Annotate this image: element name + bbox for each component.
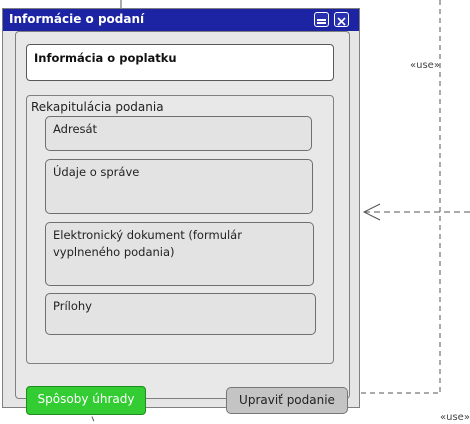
electronic-document-section[interactable]: Elektronický dokument (formulár vyplnené… [45, 222, 314, 286]
attachments-section[interactable]: Prílohy [45, 293, 316, 335]
close-button[interactable] [334, 12, 349, 27]
recap-group: Rekapitulácia podania Adresát Údaje o sp… [26, 95, 334, 364]
recap-group-label: Rekapitulácia podania [31, 100, 164, 114]
window-title: Informácie o podaní [9, 12, 145, 26]
use-label: «use» [410, 60, 440, 71]
fee-info-field[interactable]: Informácia o poplatku [26, 44, 334, 81]
close-icon [337, 17, 346, 26]
content-panel: Informácia o poplatku Rekapitulácia poda… [15, 31, 350, 415]
recipient-section[interactable]: Adresát [45, 116, 312, 151]
minimize-button[interactable] [314, 12, 329, 27]
payment-methods-button[interactable]: Spôsoby úhrady [26, 386, 146, 415]
info-window: Informácie o podaní Informácia o poplatk… [2, 8, 360, 415]
edit-submission-button[interactable]: Upraviť podanie [226, 387, 348, 414]
use-label: «use» [440, 412, 470, 423]
title-bar: Informácie o podaní [3, 9, 359, 31]
message-data-section[interactable]: Údaje o správe [45, 159, 313, 214]
minimize-icon [317, 19, 326, 24]
